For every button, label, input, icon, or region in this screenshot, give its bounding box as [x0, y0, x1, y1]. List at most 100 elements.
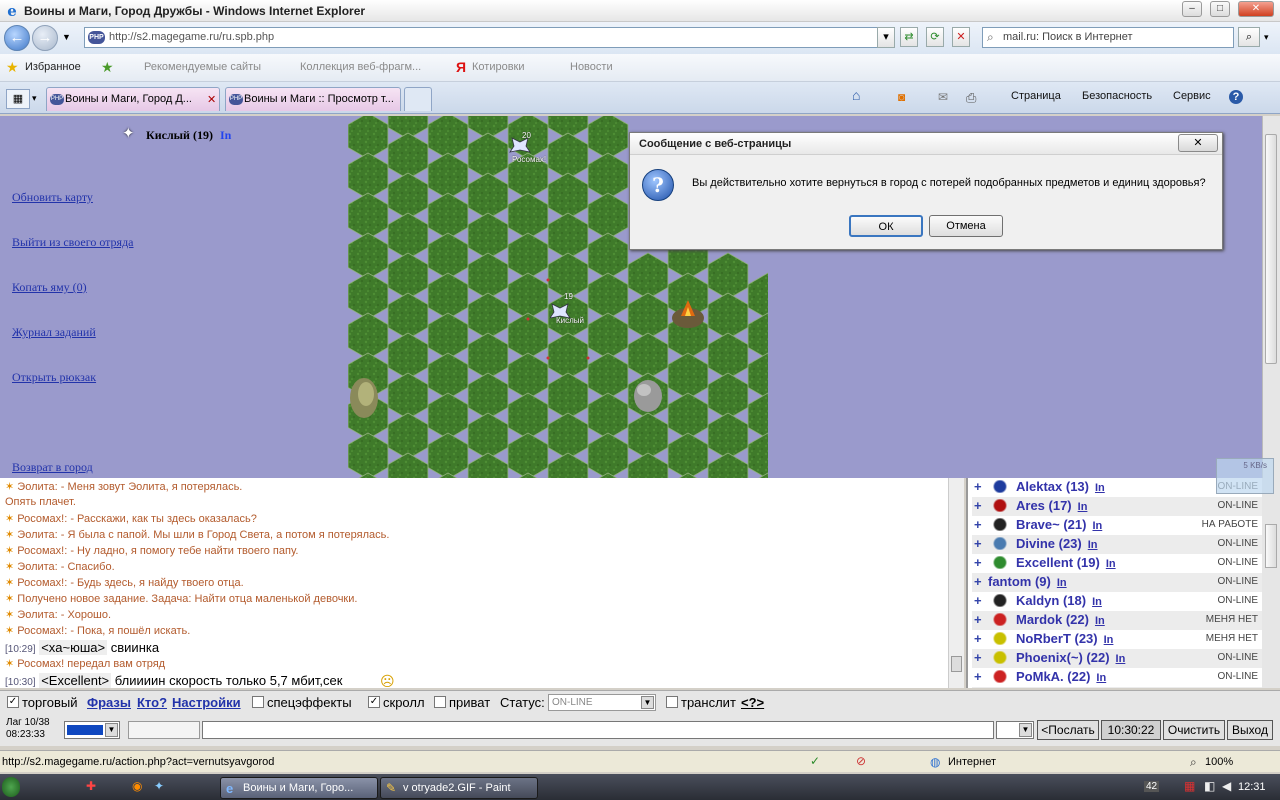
user-name[interactable]: Divine (23) In: [1016, 536, 1098, 551]
user-info-link[interactable]: In: [1088, 539, 1098, 551]
user-row[interactable]: + Phoenix(~) (22) In ON-LINE: [972, 649, 1262, 668]
map-hex[interactable]: [348, 192, 389, 240]
tab-game-view[interactable]: PHP Воины и Маги :: Просмотр т...: [225, 87, 401, 111]
refresh-icon[interactable]: ⟳: [926, 27, 944, 47]
scrollbar-thumb[interactable]: [1265, 134, 1277, 364]
popup-blocked-icon[interactable]: ⊘: [856, 754, 866, 768]
expand-icon[interactable]: +: [974, 593, 982, 608]
maximize-button[interactable]: □: [1210, 1, 1230, 17]
tray-count[interactable]: 42: [1144, 781, 1160, 792]
message-input[interactable]: [202, 721, 994, 739]
chat-nick[interactable]: <Excellent>: [39, 673, 112, 688]
map-hex[interactable]: [707, 252, 749, 300]
expand-icon[interactable]: +: [974, 536, 982, 551]
page-menu[interactable]: Страница: [1011, 90, 1061, 102]
map-hex[interactable]: [627, 332, 669, 380]
expand-icon[interactable]: +: [974, 574, 982, 589]
map-hex[interactable]: [747, 392, 768, 440]
user-name[interactable]: PoMkA. (22) In: [1016, 669, 1106, 684]
map-hex[interactable]: [547, 412, 589, 460]
user-row[interactable]: + Excellent (19) In ON-LINE: [972, 554, 1262, 573]
map-hex[interactable]: [387, 412, 429, 460]
search-field[interactable]: ⌕ mail.ru: Поиск в Интернет: [982, 27, 1234, 48]
tab-list-dropdown-icon[interactable]: ▾: [32, 93, 37, 104]
open-backpack-link[interactable]: Открыть рюкзак: [12, 370, 96, 385]
expand-icon[interactable]: +: [974, 631, 982, 646]
map-hex[interactable]: [507, 192, 549, 240]
user-row[interactable]: + Ares (17) In ON-LINE: [972, 497, 1262, 516]
map-hex[interactable]: [387, 132, 429, 180]
volume-icon[interactable]: ◀: [1222, 779, 1231, 793]
map-hex[interactable]: [467, 452, 509, 478]
map-hex[interactable]: [427, 432, 469, 478]
map-hex[interactable]: [707, 372, 749, 420]
map-hex[interactable]: [427, 152, 469, 200]
user-row[interactable]: +Shiva (11)InON-LINE: [972, 687, 1262, 688]
fav-item-webslices[interactable]: Коллекция веб-фрагм...: [300, 61, 421, 73]
map-hex[interactable]: [348, 152, 389, 200]
chevron-down-icon[interactable]: ▼: [1019, 723, 1032, 737]
map-hex[interactable]: [467, 292, 509, 340]
map-hex[interactable]: [507, 232, 549, 280]
map-hex[interactable]: [707, 292, 749, 340]
map-hex[interactable]: [348, 232, 389, 280]
user-info-link[interactable]: In: [1096, 672, 1106, 684]
user-name[interactable]: NoRberT (23) In: [1016, 631, 1113, 646]
send-button[interactable]: <Послать: [1037, 720, 1099, 740]
map-hex[interactable]: [627, 452, 669, 478]
refresh-map-link[interactable]: Обновить карту: [12, 190, 93, 205]
stone-object[interactable]: [634, 380, 662, 412]
expand-icon[interactable]: +: [974, 479, 982, 494]
translit-checkbox[interactable]: [666, 696, 678, 708]
map-hex[interactable]: [547, 332, 589, 380]
map-hex[interactable]: [587, 392, 629, 440]
fav-item-news[interactable]: Новости: [570, 61, 613, 73]
new-tab-button[interactable]: [404, 87, 432, 111]
map-hex[interactable]: [627, 292, 669, 340]
trade-checkbox[interactable]: ✓: [7, 696, 19, 708]
map-hex[interactable]: [707, 332, 749, 380]
smiley-select[interactable]: ▼: [996, 721, 1034, 739]
chevron-down-icon[interactable]: ▼: [105, 723, 118, 737]
map-hex[interactable]: [547, 132, 589, 180]
map-hex[interactable]: [587, 152, 629, 200]
user-info-link[interactable]: In: [1092, 520, 1102, 532]
map-hex[interactable]: [587, 352, 629, 400]
page-scrollbar[interactable]: [1262, 116, 1280, 478]
exit-button[interactable]: Выход: [1227, 720, 1273, 740]
compatibility-icon[interactable]: ⇄: [900, 27, 918, 47]
map-hex[interactable]: [587, 232, 629, 280]
user-row[interactable]: + Divine (23) In ON-LINE: [972, 535, 1262, 554]
private-checkbox[interactable]: [434, 696, 446, 708]
minimize-button[interactable]: ‒: [1182, 1, 1202, 17]
map-hex[interactable]: [387, 212, 429, 260]
fav-item-recommended[interactable]: Рекомендуемые сайты: [144, 61, 261, 73]
tree-object[interactable]: [350, 378, 378, 418]
status-select[interactable]: ON-LINE ▼: [548, 694, 656, 711]
map-hex[interactable]: [587, 192, 629, 240]
map-hex[interactable]: [627, 252, 669, 300]
map-hex[interactable]: [467, 172, 509, 220]
map-hex[interactable]: [747, 312, 768, 360]
tab-game-city[interactable]: PHP Воины и Маги, Город Д... ✕: [46, 87, 220, 111]
map-hex[interactable]: [387, 372, 429, 420]
url-field[interactable]: PHP http://s2.magegame.ru/ru.spb.php: [84, 27, 894, 48]
print-icon[interactable]: ⎙: [966, 90, 976, 106]
quest-journal-link[interactable]: Журнал заданий: [12, 325, 96, 340]
chat-nick[interactable]: <xa~юша>: [39, 640, 108, 655]
tray-icon[interactable]: ◧: [1204, 779, 1215, 793]
user-info-link[interactable]: In: [1106, 558, 1116, 570]
search-options-icon[interactable]: ▾: [1264, 32, 1269, 43]
user-row[interactable]: + PoMkA. (22) In ON-LINE: [972, 668, 1262, 687]
start-button[interactable]: [2, 777, 20, 797]
map-hex[interactable]: [467, 412, 509, 460]
map-hex[interactable]: [467, 252, 509, 300]
stop-icon[interactable]: ✕: [952, 27, 970, 47]
search-button[interactable]: ⌕: [1238, 27, 1260, 47]
fav-item-quotes[interactable]: Котировки: [472, 61, 525, 73]
map-hex[interactable]: [747, 352, 768, 400]
mail-icon[interactable]: ✉: [938, 90, 948, 104]
map-hex[interactable]: [507, 392, 549, 440]
expand-icon[interactable]: +: [974, 669, 982, 684]
map-hex[interactable]: [587, 312, 629, 360]
